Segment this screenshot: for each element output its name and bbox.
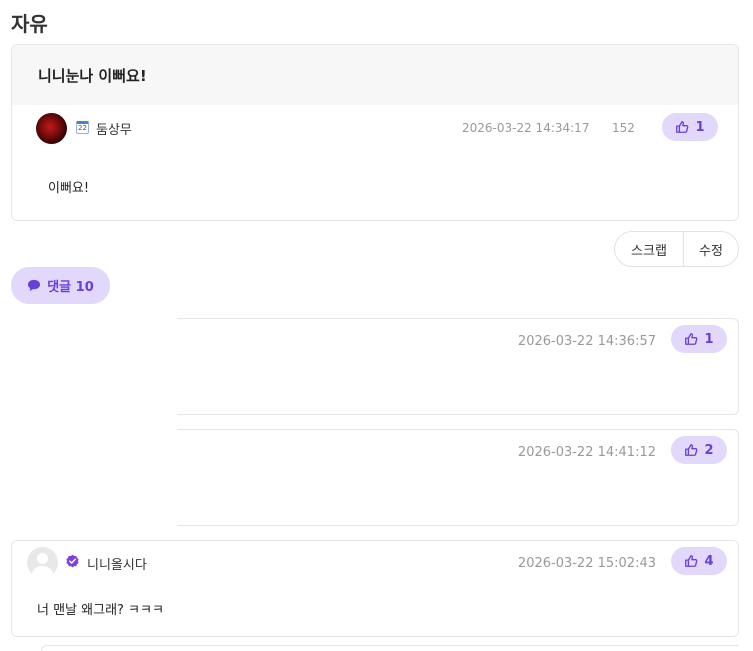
comment-like-button[interactable]: 1 <box>671 325 727 353</box>
post-like-count: 1 <box>695 119 705 135</box>
verified-check-icon <box>66 554 79 568</box>
comment-item: 2026-03-22 14:36:57 1 <box>11 318 739 417</box>
post-card: 니니눈나 이뻐요! 22 둠상무 2026-03-22 14:34:17 152… <box>11 44 739 221</box>
avatar[interactable] <box>27 547 58 578</box>
avatar-head-shape <box>37 553 48 564</box>
comment-item: 2026-03-22 14:41:12 2 <box>11 429 739 528</box>
post-title: 니니눈나 이뻐요! <box>12 45 738 105</box>
post-actions: 스크랩 수정 <box>614 231 739 267</box>
comment-like-count: 4 <box>704 553 714 569</box>
comments-toggle-button[interactable]: 댓글 10 <box>11 267 110 304</box>
post-body: 이뻐요! <box>48 181 90 196</box>
comment-text: 너 맨날 왜그래? ㅋㅋㅋ <box>37 603 164 618</box>
comment-like-button[interactable]: 2 <box>671 436 727 464</box>
thumbs-up-icon <box>685 444 698 456</box>
comment-date: 2026-03-22 14:41:12 <box>517 445 656 460</box>
post-author[interactable]: 둠상무 <box>96 119 132 138</box>
avatar[interactable] <box>36 113 67 144</box>
thumbs-up-icon <box>685 555 698 567</box>
avatar-body-shape <box>32 566 53 578</box>
post-meta: 22 둠상무 2026-03-22 14:34:17 152 1 <box>36 113 718 145</box>
thumbs-up-icon <box>685 333 698 345</box>
post-date: 2026-03-22 14:34:17 <box>462 121 590 135</box>
comment-date: 2026-03-22 15:02:43 <box>517 556 656 571</box>
comment-like-count: 1 <box>704 331 714 347</box>
post-like-button[interactable]: 1 <box>662 113 718 141</box>
hidden-content-mask <box>11 429 177 528</box>
comment-like-button[interactable]: 4 <box>671 547 727 575</box>
board-title: 자유 <box>11 12 48 36</box>
comment-like-count: 2 <box>704 442 714 458</box>
comment-date: 2026-03-22 14:36:57 <box>517 334 656 349</box>
comment-author[interactable]: 니니올시다 <box>87 554 147 573</box>
comments-toggle-label: 댓글 10 <box>47 280 94 295</box>
scrap-button[interactable]: 스크랩 <box>615 232 684 266</box>
hidden-content-mask <box>11 318 177 417</box>
calendar-badge-icon: 22 <box>76 121 89 134</box>
next-comment-edge <box>41 645 739 651</box>
speech-bubble-icon <box>28 279 41 292</box>
edit-button[interactable]: 수정 <box>684 232 738 266</box>
post-views: 152 <box>612 121 635 135</box>
comment-item: 니니올시다 2026-03-22 15:02:43 4 너 맨날 왜그래? ㅋㅋ… <box>11 540 739 637</box>
thumbs-up-icon <box>676 121 689 133</box>
